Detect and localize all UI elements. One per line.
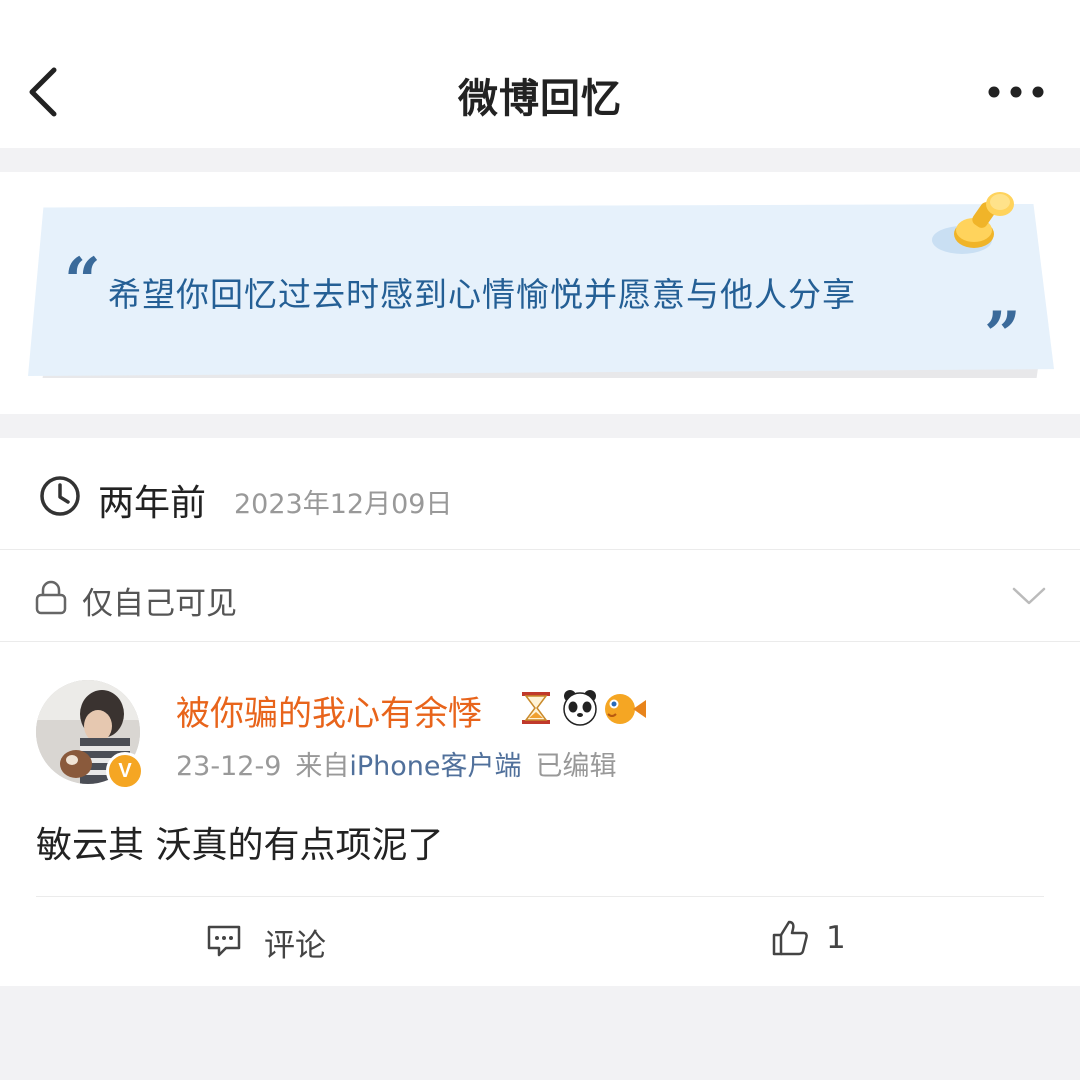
comment-label: 评论 [264,928,326,964]
divider [36,896,1044,897]
quote-text: 希望你回忆过去时感到心情愉悦并愿意与他人分享 [108,275,856,314]
relative-time: 两年前 [98,483,207,524]
memory-quote-banner: “ 希望你回忆过去时感到心情愉悦并愿意与他人分享 ” [0,172,1080,414]
post-date: 23-12-9 [176,751,282,782]
like-button[interactable]: 1 [770,916,870,962]
chevron-down-icon[interactable] [1012,586,1046,606]
memory-date: 2023年12月09日 [234,489,453,520]
top-nav-bar: 微博回忆 [0,0,1080,148]
open-quote-mark: “ [64,244,101,319]
page-title: 微博回忆 [458,76,622,122]
panda-icon [563,690,597,726]
visibility-selector[interactable]: 仅自己可见 [0,550,1080,642]
verified-badge: V [106,752,144,790]
username-emojis [522,690,646,726]
thumbs-up-icon [772,920,808,956]
comment-button[interactable]: 评论 [206,918,346,964]
close-quote-mark: ” [984,298,1021,373]
comment-icon [207,925,241,957]
more-dots-icon[interactable] [980,78,1052,106]
post-meta: 23-12-9 来自iPhone客户端 已编辑 [176,744,631,783]
hourglass-icon [522,692,550,724]
memory-time-row: 两年前 2023年12月09日 [0,438,1080,550]
memory-card: 两年前 2023年12月09日 仅自己可见 V 被你骗的我心有余悸 23-12-… [0,438,1080,986]
lock-icon [35,580,67,615]
clock-icon [40,476,80,516]
edited-flag: 已编辑 [535,751,617,782]
post-text: 敏云其 沃真的有点项泥了 [36,825,444,866]
post-username[interactable]: 被你骗的我心有余悸 [176,686,482,735]
post-source-link[interactable]: iPhone客户端 [349,751,521,782]
source-prefix: 来自 [295,751,350,782]
like-count: 1 [826,920,846,956]
pushpin-icon [932,192,1014,254]
pufferfish-icon [605,694,646,724]
visibility-label: 仅自己可见 [82,586,237,622]
